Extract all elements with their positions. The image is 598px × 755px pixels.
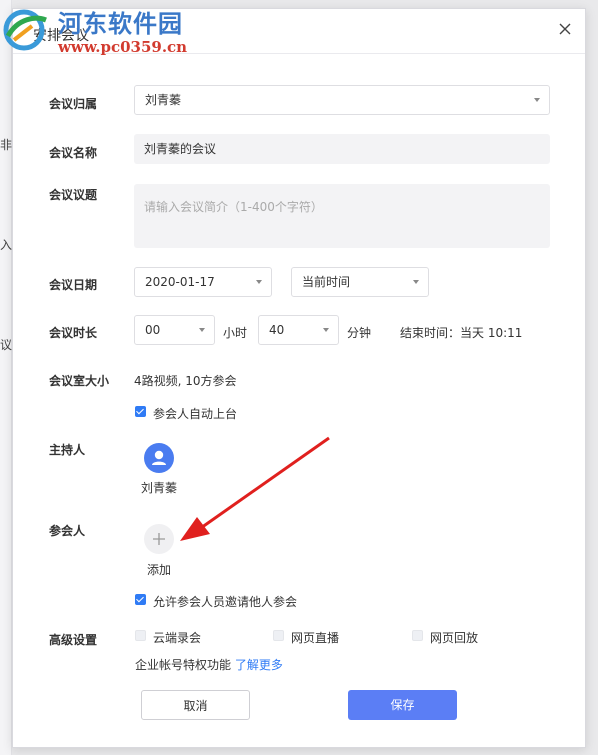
participants-label: 参会人: [49, 524, 86, 538]
duration-label: 会议时长: [49, 326, 98, 340]
chevron-down-icon: [199, 328, 205, 332]
minutes-unit: 分钟: [347, 326, 372, 340]
meeting-name-input[interactable]: 刘青蓁的会议: [134, 134, 550, 164]
max-size-label: 会议室大小: [49, 374, 110, 388]
web-live-label: 网页直播: [291, 631, 340, 645]
start-time-select[interactable]: 当前时间: [291, 267, 429, 297]
header-divider: [13, 53, 585, 54]
add-participant-button[interactable]: [144, 524, 174, 554]
enterprise-text: 企业帐号特权功能 了解更多: [135, 656, 283, 673]
plus-icon: [153, 533, 165, 545]
advanced-label: 高级设置: [49, 633, 98, 647]
dialog-title: 安排会议: [33, 28, 89, 44]
owner-select[interactable]: 刘青蓁: [134, 85, 550, 115]
web-live-checkbox[interactable]: [273, 630, 284, 641]
schedule-meeting-dialog: 安排会议 会议归属 刘青蓁 会议名称 刘青蓁的会议 会议议题 请输入会议简介（1…: [12, 8, 586, 748]
chevron-down-icon: [323, 328, 329, 332]
chevron-down-icon: [413, 280, 419, 284]
enterprise-feature-text: 企业帐号特权功能: [135, 658, 232, 672]
chevron-down-icon: [256, 280, 262, 284]
name-label: 会议名称: [49, 146, 98, 160]
web-replay-label: 网页回放: [430, 631, 479, 645]
date-select[interactable]: 2020-01-17: [134, 267, 272, 297]
auto-stage-label: 参会人自动上台: [153, 407, 238, 421]
auto-stage-checkbox[interactable]: [135, 406, 146, 417]
meeting-name-value: 刘青蓁的会议: [144, 142, 217, 156]
topic-placeholder: 请输入会议简介（1-400个字符）: [144, 200, 323, 214]
save-button[interactable]: 保存: [348, 690, 457, 720]
owner-value: 刘青蓁: [145, 93, 182, 107]
background-text-fragment: 入: [0, 238, 13, 252]
date-value: 2020-01-17: [145, 275, 215, 289]
max-size-value: 4路视频, 10方参会: [134, 374, 237, 388]
cloud-record-checkbox[interactable]: [135, 630, 146, 641]
topic-textarea[interactable]: 请输入会议简介（1-400个字符）: [134, 184, 550, 248]
background-app-edge: [0, 0, 12, 755]
cancel-button[interactable]: 取消: [141, 690, 250, 720]
avatar: [144, 443, 174, 473]
allow-invite-label: 允许参会人员邀请他人参会: [153, 595, 298, 609]
allow-invite-checkbox[interactable]: [135, 594, 146, 605]
hours-select[interactable]: 00: [134, 315, 215, 345]
web-replay-checkbox[interactable]: [412, 630, 423, 641]
hours-value: 00: [145, 323, 161, 337]
owner-label: 会议归属: [49, 97, 98, 111]
minutes-value: 40: [269, 323, 285, 337]
cloud-record-label: 云端录会: [153, 631, 202, 645]
add-label: 添加: [147, 563, 172, 577]
end-time-text: 结束时间：当天 10:11: [400, 326, 523, 340]
date-label: 会议日期: [49, 278, 98, 292]
background-text-fragment: 议: [0, 338, 13, 352]
host-label: 主持人: [49, 443, 86, 457]
start-time-value: 当前时间: [302, 275, 351, 289]
close-icon[interactable]: [557, 21, 573, 37]
host-name: 刘青蓁: [141, 481, 178, 495]
topic-label: 会议议题: [49, 188, 98, 202]
learn-more-link[interactable]: 了解更多: [235, 658, 283, 672]
hours-unit: 小时: [223, 326, 248, 340]
background-text-fragment: 非: [0, 138, 13, 152]
minutes-select[interactable]: 40: [258, 315, 339, 345]
user-icon: [152, 450, 166, 465]
chevron-down-icon: [534, 98, 540, 102]
